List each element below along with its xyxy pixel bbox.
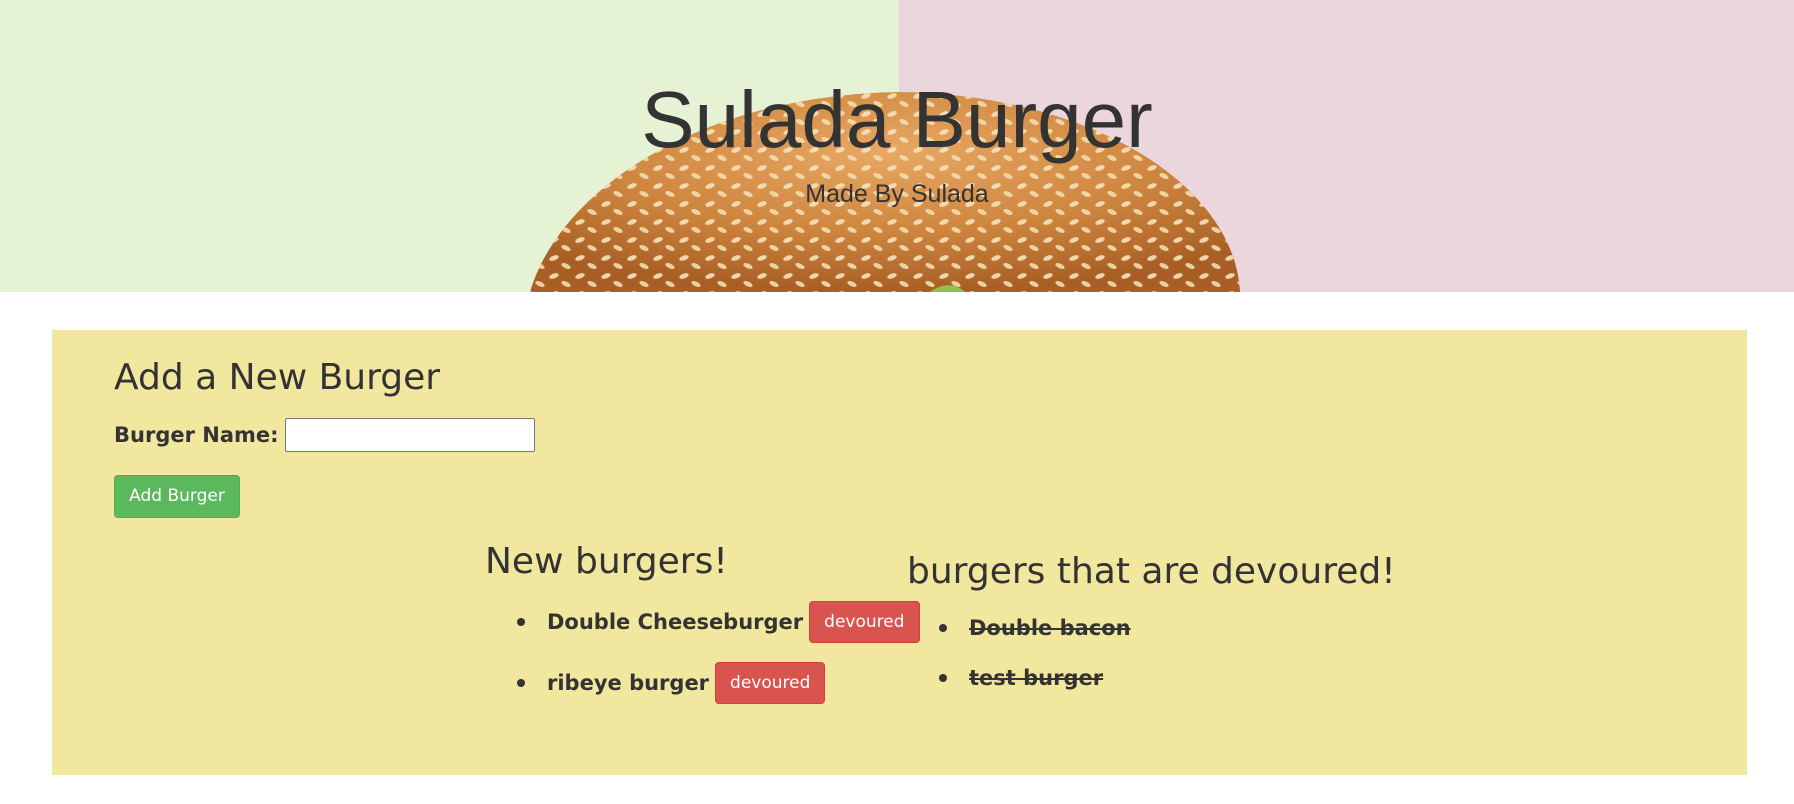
hero-banner: Sulada Burger Made By Sulada [0, 0, 1794, 292]
add-burger-button[interactable]: Add Burger [114, 475, 240, 518]
devoured-burger-name: test burger [969, 666, 1104, 690]
devoured-burgers-heading: burgers that are devoured! [907, 551, 1396, 592]
devoured-burgers-list: Double bacon test burger [907, 612, 1467, 694]
burger-name: Double Cheeseburger [547, 610, 804, 634]
page-subtitle: Made By Sulada [805, 180, 989, 208]
list-item: Double Cheeseburger devoured [485, 600, 920, 644]
new-burgers-list: Double Cheeseburger devoured ribeye burg… [485, 600, 920, 705]
devoured-burgers-section: burgers that are devoured! Double bacon … [907, 550, 1467, 712]
page-title: Sulada Burger [641, 75, 1153, 164]
burger-name: ribeye burger [547, 671, 710, 695]
bullet-icon [939, 674, 947, 682]
burger-name-label: Burger Name: [114, 423, 279, 447]
burger-panel: Add a New Burger Burger Name: Add Burger… [52, 330, 1747, 775]
bullet-icon [939, 624, 947, 632]
devour-button[interactable]: devoured [715, 662, 826, 704]
devoured-burger-name: Double bacon [969, 616, 1131, 640]
devour-button[interactable]: devoured [809, 601, 920, 643]
new-burgers-heading: New burgers! [485, 541, 728, 582]
new-burgers-section: New burgers! Double Cheeseburger devoure… [485, 540, 920, 722]
add-burger-heading: Add a New Burger [114, 357, 441, 398]
list-item: ribeye burger devoured [485, 661, 905, 705]
list-item: Double bacon [907, 612, 1467, 644]
bullet-icon [517, 679, 525, 687]
list-item: test burger [907, 662, 1467, 694]
bullet-icon [517, 618, 525, 626]
burger-name-row: Burger Name: [114, 415, 535, 455]
burger-name-input[interactable] [284, 418, 535, 452]
